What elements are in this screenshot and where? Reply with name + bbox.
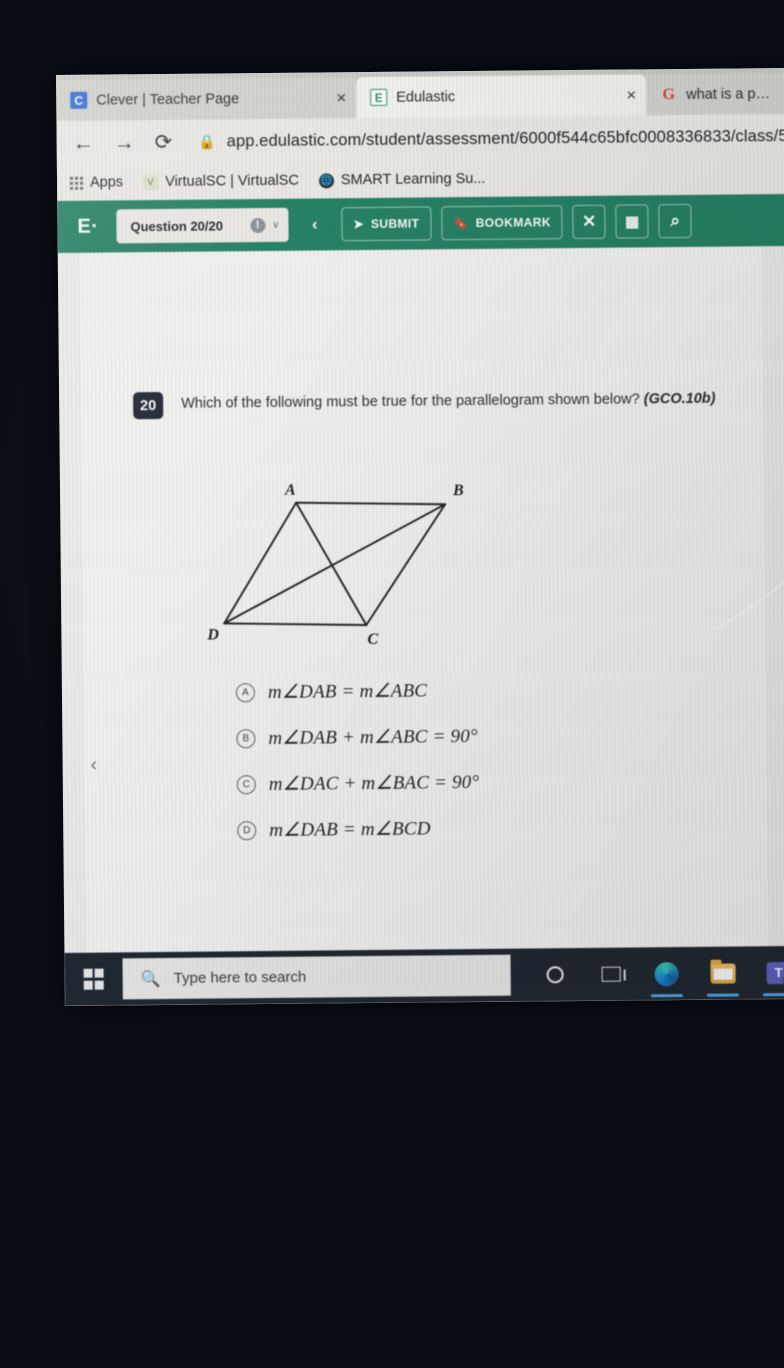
question-prompt: Which of the following must be true for … [181,387,716,412]
bookmark-button[interactable]: 🔖 BOOKMARK [441,205,564,241]
figure-edge-AB [295,501,447,506]
vertex-label-B: B [452,482,464,499]
browser-tab-clever[interactable]: C Clever | Teacher Page × [56,77,357,121]
answer-options-list: A m∠DAB = m∠ABC B m∠DAB + m∠ABC = 90° C … [235,679,480,842]
paper-plane-icon: ➤ [353,217,364,232]
tab-title: what is a paralle [686,85,775,103]
clever-icon: C [70,91,88,109]
tab-title: Clever | Teacher Page [96,90,240,109]
question-selector[interactable]: Question 20/20 ! ∨ [116,207,289,244]
browser-toolbar: ← → ⟳ 🔒 app.edulastic.com/student/assess… [56,114,784,165]
google-icon: G [662,85,676,103]
bookmark-label: VirtualSC | VirtualSC [165,172,299,190]
address-bar[interactable]: 🔒 app.edulastic.com/student/assessment/6… [198,126,784,151]
chevron-down-icon[interactable]: ∨ [272,219,279,230]
bookmark-icon: 🔖 [453,216,469,231]
question-standard-code: (GCO.10b) [643,390,716,408]
figure-edge-CD [223,622,368,626]
vertex-label-D: D [206,626,219,643]
windows-logo-icon[interactable] [65,968,123,990]
browser-tab-edulastic[interactable]: E Edulastic × [356,74,647,119]
option-key: D [237,821,257,841]
question-selector-label: Question 20/20 [130,217,224,234]
collapse-panel-chevron-icon[interactable]: ‹ [91,755,98,777]
microsoft-teams-icon[interactable]: T [764,956,784,988]
bookmark-label: Apps [89,174,124,191]
bookmark-smart-learning[interactable]: 🌐 SMART Learning Su... [318,170,486,189]
figure-diagonal-DB [223,503,447,625]
apps-grid-icon [69,176,84,190]
monitor-screen: C Clever | Teacher Page × E Edulastic × … [56,68,784,1006]
question-prompt-text: Which of the following must be true for … [181,391,640,412]
option-text: m∠DAB + m∠ABC = 90° [268,725,478,749]
figure-diagonal-AC [295,501,368,626]
windows-taskbar: 🔍 Type here to search T [64,945,784,1006]
bookmark-label: SMART Learning Su... [340,170,486,189]
question-number-badge: 20 [133,391,164,420]
parallelogram-svg: A B C D [206,482,464,648]
edulastic-header: E· Question 20/20 ! ∨ ‹ ➤ SUBMIT 🔖 BOOKM… [57,194,784,253]
answer-option-d[interactable]: D m∠DAB = m∠BCD [237,817,480,842]
vertex-label-C: C [367,631,378,648]
url-text: app.edulastic.com/student/assessment/600… [226,126,784,150]
vertex-label-A: A [284,482,296,499]
edulastic-icon: E [370,88,388,106]
back-icon[interactable]: ← [73,131,94,154]
edge-icon[interactable] [653,958,681,990]
bookmark-label: BOOKMARK [475,215,551,230]
tab-title: Edulastic [396,88,456,106]
search-input[interactable]: 🔍 Type here to search [122,954,511,1000]
forward-icon[interactable]: → [114,131,135,154]
calculator-button[interactable]: ▦ [615,204,650,239]
submit-label: SUBMIT [370,216,420,231]
bookmark-apps[interactable]: Apps [69,174,124,191]
cortana-icon[interactable] [541,959,569,991]
task-view-icon[interactable] [597,958,625,990]
close-icon[interactable]: × [610,85,636,105]
question-header: 20 Which of the following must be true f… [133,387,716,420]
previous-question-button[interactable]: ‹ [298,207,331,241]
lock-icon: 🔒 [198,132,216,150]
bookmark-virtualsc[interactable]: V VirtualSC | VirtualSC [143,173,299,190]
option-text: m∠DAC + m∠BAC = 90° [268,771,480,795]
figure-edge-DA [223,501,298,625]
option-text: m∠DAB = m∠ABC [267,680,428,703]
search-placeholder: Type here to search [173,968,307,987]
search-icon: 🔍 [140,970,161,988]
answer-option-c[interactable]: C m∠DAC + m∠BAC = 90° [236,771,480,796]
option-key: C [236,775,256,795]
close-button[interactable]: ✕ [572,204,607,240]
option-text: m∠DAB = m∠BCD [269,818,431,841]
file-explorer-icon[interactable] [708,957,736,989]
zoom-button[interactable]: ⌕ [658,203,693,239]
option-key: B [236,729,256,749]
option-key: A [235,683,256,703]
smart-globe-icon: 🌐 [318,172,334,188]
parallelogram-figure: A B C D [192,473,494,656]
close-icon[interactable]: × [320,88,346,108]
browser-tab-google-search[interactable]: G what is a paralle [646,73,784,116]
virtualsc-icon: V [143,174,159,190]
question-panel: ‹ 20 Which of the following must be true… [79,246,769,953]
answer-option-a[interactable]: A m∠DAB = m∠ABC [235,679,479,704]
answer-option-b[interactable]: B m∠DAB + m∠ABC = 90° [236,725,479,750]
edulastic-logo[interactable]: E· [77,215,98,238]
reload-icon[interactable]: ⟳ [155,130,173,153]
submit-button[interactable]: ➤ SUBMIT [341,206,432,242]
figure-edge-BC [365,503,447,626]
browser-tab-strip: C Clever | Teacher Page × E Edulastic × … [56,68,784,121]
info-icon[interactable]: ! [250,217,266,233]
taskbar-items: T [511,956,784,991]
photo-of-monitor: C Clever | Teacher Page × E Edulastic × … [0,0,784,1368]
